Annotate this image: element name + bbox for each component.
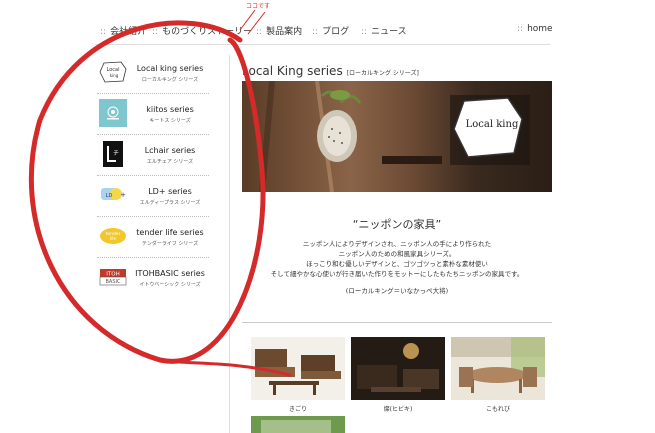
tender-life-logo-icon: tender life: [99, 225, 127, 247]
itohbasic-logo-icon: ITOH BASIC: [99, 266, 127, 288]
product-thumb-komorebi[interactable]: [451, 337, 545, 400]
nav-news[interactable]: :: ニュース: [361, 24, 407, 37]
callout-label: ココです: [246, 3, 271, 10]
section-divider: [242, 322, 552, 323]
top-navigation: ココです :: 会社紹介 :: ものづくりストーリー :: 製品案内 :: ブログ ::…: [0, 0, 655, 48]
product-thumb-next[interactable]: [251, 416, 345, 433]
sidebar-item-title: kiitos series: [146, 105, 194, 114]
sidebar-item-subtitle: キートス シリーズ: [149, 118, 191, 124]
sidebar-item-title: LD+ series: [148, 187, 192, 196]
page-title: Local King series [ローカルキング シリーズ]: [242, 64, 419, 78]
svg-text:life: life: [110, 236, 117, 241]
product-caption[interactable]: 燦(ヒビキ): [351, 404, 445, 413]
sidebar-item-kiitos[interactable]: kiitos series キートス シリーズ: [97, 94, 209, 135]
sidebar-item-local-king[interactable]: Local king Local king series ローカルキング シリーズ: [97, 53, 209, 94]
sidebar-item-ld-plus[interactable]: LD + LD+ series エルディープラス シリーズ: [97, 176, 209, 217]
nav-story[interactable]: :: ものづくりストーリー: [152, 24, 252, 37]
ld-plus-logo-icon: LD +: [99, 184, 127, 206]
sidebar-item-subtitle: ローカルキング シリーズ: [141, 77, 199, 83]
slogan: “ニッポンの家具”: [352, 218, 442, 231]
series-note: (ローカルキング＝いなかっぺ大将): [345, 287, 449, 295]
svg-text:king: king: [110, 73, 119, 78]
sidebar-item-subtitle: テンダーライフ シリーズ: [141, 241, 199, 247]
nav-blog[interactable]: :: ブログ: [312, 24, 349, 37]
hero-image: Local king: [242, 81, 552, 192]
product-caption[interactable]: きごり: [251, 404, 345, 413]
svg-text:+: +: [120, 191, 126, 199]
sidebar-item-subtitle: エルディープラス シリーズ: [139, 200, 201, 206]
sidebar-item-subtitle: イトウベーシック シリーズ: [139, 282, 201, 288]
hero-logo-text: Local king: [465, 119, 519, 130]
product-thumb-hibiki[interactable]: [351, 337, 445, 400]
description-line: ニッポン人によりデザインされ、ニッポン人の手により作られた: [302, 240, 492, 248]
kiitos-logo-icon: [99, 99, 127, 127]
sidebar-item-title: Lchair series: [144, 146, 196, 155]
svg-text:ITOH: ITOH: [106, 272, 119, 278]
sidebar-item-title: Local king series: [136, 64, 204, 73]
sidebar-item-tender-life[interactable]: tender life tender life series テンダーライフ シリ…: [97, 217, 209, 258]
sidebar-item-subtitle: エルチェア シリーズ: [146, 159, 194, 165]
nav-divider: [95, 44, 550, 45]
svg-text:LD: LD: [106, 193, 113, 199]
sidebar-item-title: tender life series: [136, 228, 204, 237]
series-sidebar: Local king Local king series ローカルキング シリーズ…: [97, 53, 209, 298]
svg-text:BASIC: BASIC: [106, 279, 121, 285]
sidebar-item-itohbasic[interactable]: ITOH BASIC ITOHBASIC series イトウベーシック シリーズ: [97, 258, 209, 298]
product-thumb-kigori[interactable]: [251, 337, 345, 400]
column-divider: [229, 55, 230, 433]
nav-products[interactable]: :: 製品案内: [256, 24, 302, 37]
product-caption[interactable]: こもれび: [451, 404, 545, 413]
description-line: ほっこり和む優しいデザインと、ゴツゴツっと素朴な素材使い: [306, 260, 488, 268]
nav-home[interactable]: :: home: [517, 24, 553, 34]
lchair-logo-icon: チ: [103, 141, 123, 167]
sidebar-item-title: ITOHBASIC series: [135, 269, 205, 278]
svg-text:チ: チ: [113, 150, 119, 157]
description-line: そして細やかな心使いが行き届いた作りをモットーにしたもたちニッポンの家具です。: [270, 270, 524, 278]
local-king-logo-icon: Local king: [99, 61, 127, 83]
sidebar-item-lchair[interactable]: チ Lchair series エルチェア シリーズ: [97, 135, 209, 176]
nav-company[interactable]: :: 会社紹介: [100, 24, 146, 37]
description-line: ニッポン人のための和風家具シリーズ。: [338, 250, 456, 258]
